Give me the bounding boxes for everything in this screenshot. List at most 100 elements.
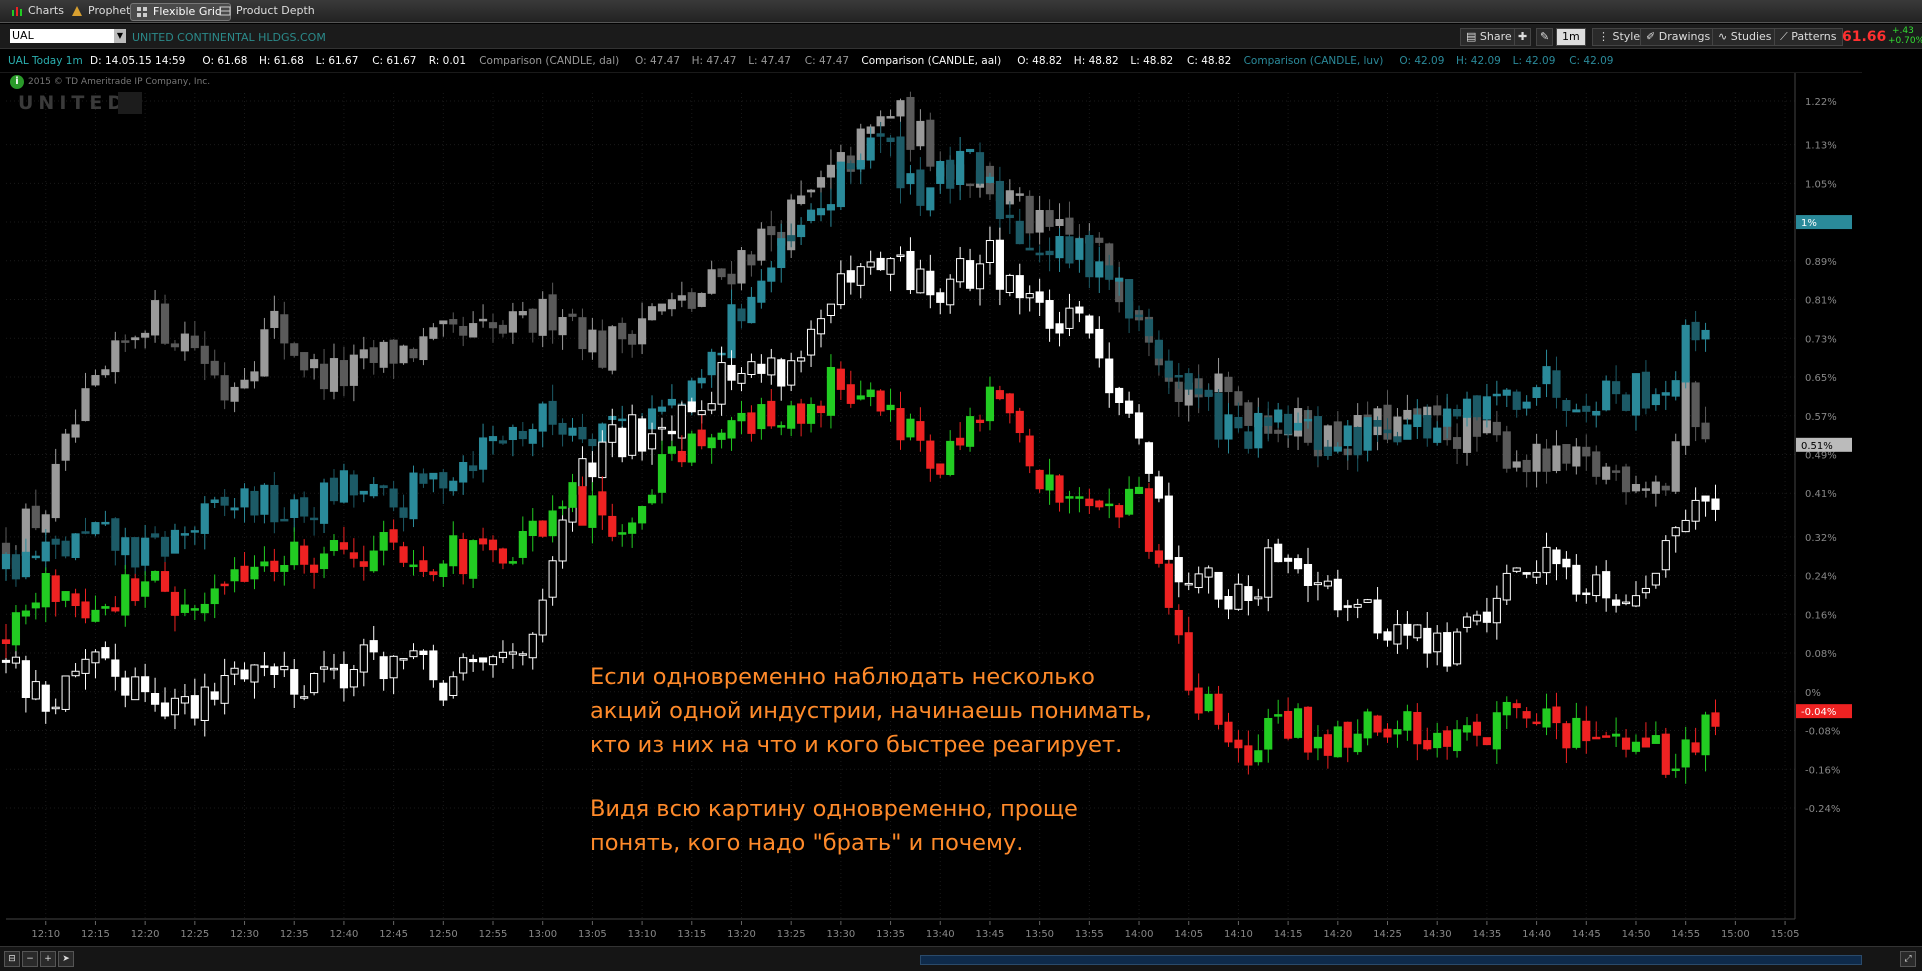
- candle-body-UAL: [1214, 693, 1223, 725]
- candle-body-aal: [409, 650, 418, 658]
- candle-body-luv: [1144, 319, 1154, 337]
- candle-body-luv: [1353, 426, 1362, 456]
- candle-body-aal: [469, 659, 478, 663]
- tab-charts[interactable]: Charts: [6, 3, 72, 19]
- time-scrollbar[interactable]: [920, 955, 1862, 965]
- candle-body-UAL: [131, 578, 140, 602]
- candle-body-aal: [1711, 498, 1720, 510]
- legend-item: O: 47.47: [635, 55, 681, 67]
- pencil-icon: ✐: [1646, 30, 1659, 43]
- patterns-icon: ⟋: [1780, 30, 1792, 43]
- cursor-icon[interactable]: ➤: [58, 951, 74, 967]
- candle-body-aal: [608, 424, 617, 443]
- style-button[interactable]: ⋮ Style: [1592, 28, 1647, 46]
- candle-body-aal: [538, 599, 547, 636]
- zoom-in-icon[interactable]: +: [40, 951, 56, 967]
- tools-button[interactable]: ✎: [1536, 28, 1554, 46]
- candle-body-dal: [339, 360, 349, 387]
- collapse-icon[interactable]: ⊟: [4, 951, 20, 967]
- price-flag-label: 0.51%: [1801, 441, 1833, 452]
- candle-body-aal: [131, 676, 140, 701]
- candle-body-luv: [349, 474, 358, 496]
- candle-body-luv: [1363, 417, 1372, 451]
- studies-button[interactable]: ∿ Studies: [1712, 28, 1778, 46]
- candle-body-aal: [319, 666, 329, 670]
- candle-body-UAL: [409, 564, 418, 568]
- candle-body-aal: [956, 258, 965, 283]
- x-tick-label: 13:40: [926, 929, 955, 940]
- candle-body-aal: [1323, 580, 1332, 587]
- candle-body-aal: [1472, 614, 1482, 622]
- candle-body-luv: [200, 503, 209, 534]
- candle-body-aal: [727, 364, 736, 381]
- candle-body-aal: [558, 519, 567, 562]
- candle-body-dal: [608, 326, 617, 371]
- candle-body-aal: [1433, 632, 1442, 653]
- x-tick-label: 15:05: [1771, 929, 1800, 940]
- candle-body-dal: [1274, 429, 1283, 434]
- crosshair-button[interactable]: ✚: [1514, 28, 1532, 46]
- zoom-out-icon[interactable]: −: [22, 951, 38, 967]
- candle-body-luv: [91, 522, 100, 535]
- candle-body-dal: [1035, 210, 1044, 233]
- candle-body-aal: [707, 403, 716, 411]
- candle-body-luv: [1691, 321, 1700, 341]
- candle-body-aal: [141, 676, 150, 693]
- candle-body-luv: [1005, 214, 1014, 219]
- patterns-button[interactable]: ⟋ Patterns: [1774, 28, 1843, 46]
- candle-body-luv: [1313, 416, 1323, 450]
- candle-body-UAL: [787, 405, 796, 429]
- candle-body-dal: [697, 292, 706, 307]
- share-label: Share: [1479, 30, 1512, 43]
- candle-body-dal: [180, 333, 189, 352]
- candle-body-UAL: [886, 404, 895, 411]
- candle-body-UAL: [439, 563, 448, 578]
- candle-body-UAL: [1, 639, 11, 645]
- expand-icon[interactable]: ⤢: [1900, 951, 1916, 967]
- candle-body-aal: [816, 318, 826, 335]
- info-icon[interactable]: i: [10, 75, 24, 89]
- candle-body-luv: [1492, 393, 1501, 397]
- candle-body-UAL: [956, 437, 965, 446]
- candle-body-dal: [61, 433, 70, 461]
- candle-body-luv: [319, 482, 329, 524]
- candle-body-luv: [270, 484, 279, 523]
- candle-body-aal: [846, 270, 855, 283]
- candle-body-UAL: [51, 575, 60, 602]
- candle-body-aal: [230, 667, 239, 675]
- candle-body-luv: [419, 473, 428, 484]
- candle-body-luv: [1065, 236, 1074, 264]
- candle-body-luv: [449, 480, 458, 492]
- candle-body-aal: [329, 667, 339, 671]
- candle-body-UAL: [1612, 733, 1621, 737]
- candle-body-dal: [469, 323, 478, 338]
- candle-body-luv: [508, 426, 517, 441]
- y-tick-label: 0.57%: [1805, 412, 1837, 423]
- candle-body-aal: [1393, 624, 1402, 645]
- candle-body-luv: [816, 208, 826, 216]
- candle-body-aal: [240, 669, 249, 680]
- candle-body-luv: [399, 507, 408, 518]
- candle-body-luv: [1343, 425, 1352, 447]
- chevron-down-icon[interactable]: ▼: [114, 29, 126, 43]
- candle-body-UAL: [1562, 723, 1571, 749]
- tab-product-depth[interactable]: Product Depth: [214, 3, 323, 19]
- drawings-button[interactable]: ✐ Drawings: [1640, 28, 1717, 46]
- candle-body-luv: [826, 204, 836, 211]
- timeframe-button[interactable]: 1m: [1556, 28, 1586, 46]
- last-price: 61.66: [1842, 29, 1887, 45]
- tab-prophet[interactable]: Prophet: [66, 3, 139, 19]
- candle-body-aal: [1204, 567, 1213, 578]
- candle-body-luv: [588, 438, 597, 447]
- candle-body-UAL: [1482, 737, 1491, 746]
- style-icon: ⋮: [1598, 30, 1613, 43]
- candle-body-aal: [1105, 358, 1114, 394]
- candle-body-dal: [250, 371, 259, 382]
- candle-body-luv: [1, 553, 11, 570]
- share-button[interactable]: ▤ Share: [1460, 28, 1518, 46]
- candle-body-UAL: [926, 440, 935, 469]
- candle-body-aal: [1671, 527, 1680, 537]
- candle-body-dal: [389, 339, 398, 364]
- symbol-input[interactable]: UAL: [10, 29, 114, 43]
- candle-body-aal: [1363, 599, 1372, 603]
